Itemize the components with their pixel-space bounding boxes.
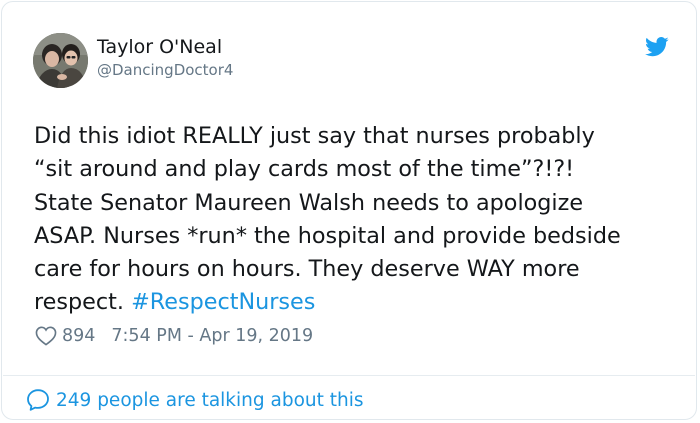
- tweet-line: respect.: [34, 289, 124, 316]
- tweet-line: care for hours on hours. They deserve WA…: [34, 256, 580, 283]
- talking-about-text[interactable]: 249 people are talking about this: [56, 390, 364, 411]
- tweet-meta: 894 7:54 PM - Apr 19, 2019: [35, 324, 313, 348]
- tweet-line: Did this idiot REALLY just say that nurs…: [34, 123, 595, 149]
- heart-icon[interactable]: [35, 326, 57, 346]
- profile-photo: [33, 33, 88, 88]
- talking-about-link[interactable]: 249 people are talking about this: [26, 388, 364, 412]
- tweet-text: Did this idiot REALLY just say that nurs…: [34, 120, 684, 320]
- tweet-last-line: respect. #RespectNurses: [34, 286, 684, 319]
- tweet-line: “sit around and play cards most of the t…: [34, 156, 575, 183]
- tweet-timestamp[interactable]: 7:54 PM - Apr 19, 2019: [111, 326, 313, 346]
- tweet-line: ASAP. Nurses *run* the hospital and prov…: [34, 222, 621, 249]
- avatar[interactable]: [33, 33, 88, 88]
- twitter-bird-icon[interactable]: [645, 37, 669, 57]
- author-display-name[interactable]: Taylor O'Neal: [97, 35, 222, 59]
- tweet-line: State Senator Maureen Walsh needs to apo…: [34, 189, 584, 216]
- tweet-card: Taylor O'Neal @DancingDoctor4 Did this i…: [1, 1, 697, 420]
- like-count[interactable]: 894: [62, 326, 95, 346]
- divider: [3, 375, 695, 376]
- hashtag-link[interactable]: #RespectNurses: [131, 289, 315, 315]
- speech-bubble-icon: [27, 389, 49, 411]
- author-handle[interactable]: @DancingDoctor4: [97, 60, 233, 80]
